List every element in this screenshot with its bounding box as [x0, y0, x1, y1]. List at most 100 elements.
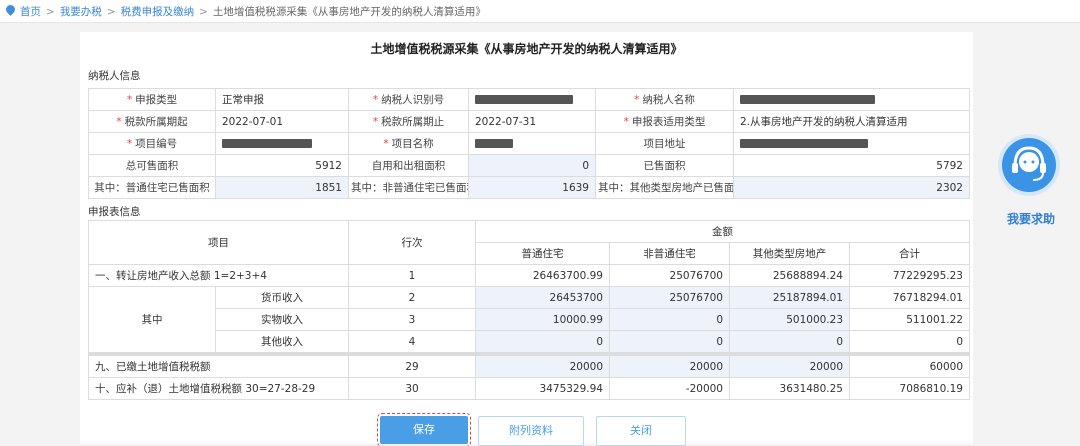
headset-icon: [1002, 138, 1056, 192]
location-pin-icon: [4, 3, 17, 16]
cell-value: 77229295.23: [849, 264, 970, 287]
col-item-header: 项目: [88, 220, 349, 265]
cell-value: 25076700: [609, 264, 730, 287]
form-panel: 土地增值税税源采集《从事房地产开发的纳税人清算适用》 纳税人信息 * 申报类型 正…: [80, 32, 973, 446]
sold-area-label: 已售面积: [595, 154, 734, 177]
declare-type-value: 正常申报: [215, 88, 349, 111]
nonordinary-sold-label: 其中：非普通住宅已售面积: [348, 176, 469, 199]
cell-input[interactable]: 0: [729, 330, 850, 355]
row-label: 实物收入: [215, 308, 349, 331]
cell-input[interactable]: 25187894.01: [729, 286, 850, 309]
sold-area-value: 5792: [733, 154, 970, 177]
close-button[interactable]: 关闭: [596, 416, 686, 446]
col-line-header: 行次: [348, 220, 476, 265]
report-table: 项目 行次 金额 普通住宅 非普通住宅 其他类型房地产 合计 一、转让房地产收入…: [88, 220, 970, 400]
row-label: 货币收入: [215, 286, 349, 309]
cell-input[interactable]: 20000: [729, 352, 850, 378]
col-amount-header: 金额: [475, 220, 970, 243]
required-mark: *: [126, 138, 133, 150]
cell-value: 25688894.24: [729, 264, 850, 287]
cell-value: 7086810.19: [849, 377, 970, 400]
breadcrumb-separator-icon: >: [46, 6, 55, 18]
taxpayer-row-5: 其中：普通住宅已售面积 1851 其中：非普通住宅已售面积 1639 其中：其他…: [88, 176, 970, 199]
table-row: 实物收入 3 10000.99 0 501000.23 511001.22: [89, 308, 970, 331]
cell-input[interactable]: 0: [475, 330, 610, 355]
cell-value: 3475329.94: [475, 377, 610, 400]
breadcrumb-separator-icon: >: [106, 6, 116, 18]
project-no-label: * 项目编号: [88, 132, 216, 155]
table-row: 其他收入 4 0 0 0 0: [89, 330, 970, 355]
taxpayer-row-2: * 税款所属期起 2022-07-01 * 税款所属期止 2022-07-31 * 申…: [88, 110, 970, 133]
col-ordinary-header: 普通住宅: [475, 242, 610, 265]
cell-value: 60000: [849, 352, 970, 378]
redacted-block: [475, 95, 573, 104]
declare-type-label: * 申报类型: [88, 88, 216, 111]
total-sellable-value: 5912: [215, 154, 349, 177]
taxpayer-row-4: 总可售面积 5912 自用和出租面积 0 已售面积 5792: [88, 154, 970, 177]
required-mark: *: [372, 94, 379, 106]
taxpayer-row-1: * 申报类型 正常申报 * 纳税人识别号 * 纳税人名称: [88, 88, 970, 111]
save-button[interactable]: 保存: [377, 413, 471, 446]
breadcrumb-item-my-tax[interactable]: 我要办税: [60, 6, 102, 18]
cell-input[interactable]: 0: [609, 330, 730, 355]
page-title: 土地增值税税源采集《从事房地产开发的纳税人清算适用》: [370, 42, 683, 56]
table-row: 一、转让房地产收入总额 1=2+3+4 1 26463700.99 250767…: [88, 264, 970, 287]
among-label: 其中: [88, 286, 216, 355]
taxpayer-info-table: * 申报类型 正常申报 * 纳税人识别号 * 纳税人名称 * 税款所属期起 2022-0…: [88, 88, 970, 199]
other-sold-input[interactable]: 2302: [733, 176, 970, 199]
redacted-block: [740, 139, 868, 148]
row-line: 3: [348, 308, 476, 331]
cell-input[interactable]: 25076700: [609, 286, 730, 309]
self-rent-label: 自用和出租面积: [348, 154, 469, 177]
taxpayer-row-3: * 项目编号 * 项目名称 项目地址: [88, 132, 970, 155]
required-mark: *: [383, 138, 389, 150]
table-row: 十、应补（退）土地增值税税额 30=27-28-29 30 3475329.94…: [88, 377, 970, 400]
breadcrumb-current: 土地增值税税源采集《从事房地产开发的纳税人清算适用》: [212, 6, 486, 18]
taxpayer-name-label: * 纳税人名称: [595, 88, 734, 111]
period-start-label: * 税款所属期起: [88, 110, 216, 133]
cell-value: 511001.22: [849, 308, 970, 331]
cell-value: 76718294.01: [849, 286, 970, 309]
taxpayer-id-label: * 纳税人识别号: [348, 88, 469, 111]
required-mark: *: [126, 94, 133, 106]
cell-input[interactable]: 0: [609, 308, 730, 331]
breadcrumb-separator-icon: >: [199, 6, 208, 18]
col-total-header: 合计: [849, 242, 970, 265]
period-start-value[interactable]: 2022-07-01: [215, 110, 349, 133]
nonordinary-sold-input[interactable]: 1639: [468, 176, 596, 199]
total-sellable-label: 总可售面积: [88, 154, 216, 177]
redacted-block: [475, 139, 513, 148]
taxpayer-section-title: 纳税人信息: [88, 70, 141, 82]
table-row: 其中 货币收入 2 26453700 25076700 25187894.01 …: [88, 286, 970, 355]
breadcrumb-item-declare-pay[interactable]: 税费申报及缴纳: [121, 6, 195, 18]
self-rent-input[interactable]: 0: [468, 154, 596, 177]
attachment-button[interactable]: 附列资料: [478, 416, 584, 446]
cell-input[interactable]: 10000.99: [475, 308, 610, 331]
ordinary-sold-input[interactable]: 1851: [215, 176, 349, 199]
period-end-label: * 税款所属期止: [348, 110, 469, 133]
help-label[interactable]: 我要求助: [996, 210, 1066, 227]
breadcrumb-home[interactable]: 首页: [20, 6, 41, 18]
project-no-value: [215, 132, 349, 155]
project-addr-label: 项目地址: [595, 132, 734, 155]
cell-value: 0: [849, 330, 970, 355]
row-label: 其他收入: [215, 330, 349, 355]
period-end-value[interactable]: 2022-07-31: [468, 110, 596, 133]
cell-input[interactable]: 501000.23: [729, 308, 850, 331]
project-name-value: [468, 132, 596, 155]
required-mark: *: [116, 116, 122, 128]
other-sold-label: 其中：其他类型房地产已售面积: [595, 176, 734, 199]
row-label: 一、转让房地产收入总额 1=2+3+4: [88, 264, 349, 287]
cell-input[interactable]: 20000: [609, 352, 730, 378]
cell-input[interactable]: 20000: [475, 352, 610, 378]
breadcrumb: 首页 > 我要办税 > 税费申报及缴纳 > 土地增值税税源采集《从事房地产开发的纳税人清算适…: [20, 4, 486, 19]
col-other-header: 其他类型房地产: [729, 242, 850, 265]
project-name-label: * 项目名称: [348, 132, 469, 155]
breadcrumb-bar: 首页 > 我要办税 > 税费申报及缴纳 > 土地增值税税源采集《从事房地产开发的纳税人清算适…: [0, 0, 1080, 23]
redacted-block: [740, 95, 875, 104]
cell-value: 26463700.99: [475, 264, 610, 287]
redacted-block: [222, 139, 312, 148]
cell-input[interactable]: 26453700: [475, 286, 610, 309]
help-widget[interactable]: 我要求助: [996, 138, 1066, 238]
taxpayer-name-value: [733, 88, 970, 111]
